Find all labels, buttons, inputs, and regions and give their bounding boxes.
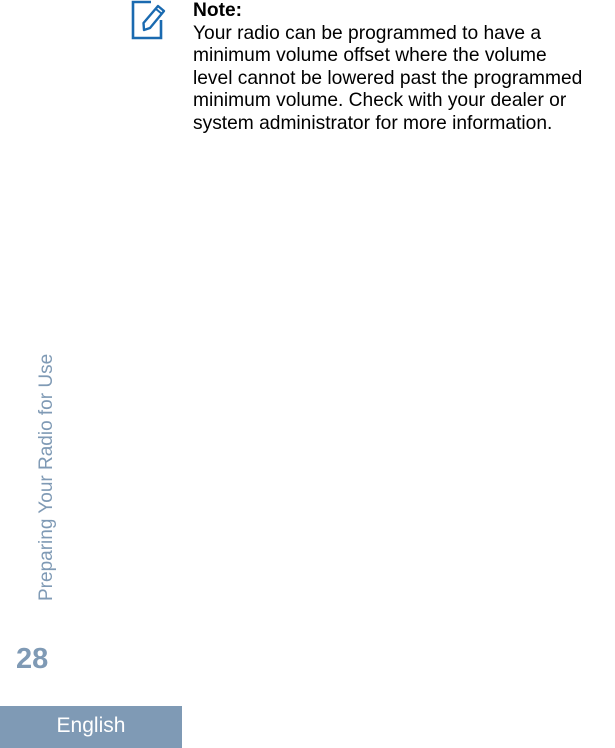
note-block: Note: Your radio can be programmed to ha… <box>193 0 615 136</box>
language-tab: English <box>0 706 182 748</box>
page-number: 28 <box>16 643 49 675</box>
section-title: Preparing Your Radio for Use <box>36 353 57 601</box>
note-line: minimum volume. Check with your dealer o… <box>193 90 567 112</box>
note-line: system administrator for more informatio… <box>193 112 553 134</box>
pencil-edit-icon <box>131 0 171 42</box>
note-line: minimum volume offset where the volume <box>193 45 547 67</box>
note-title: Note: <box>193 0 243 21</box>
note-line: level cannot be lowered past the program… <box>193 67 583 89</box>
note-line: Your radio can be programmed to have a <box>193 22 542 44</box>
